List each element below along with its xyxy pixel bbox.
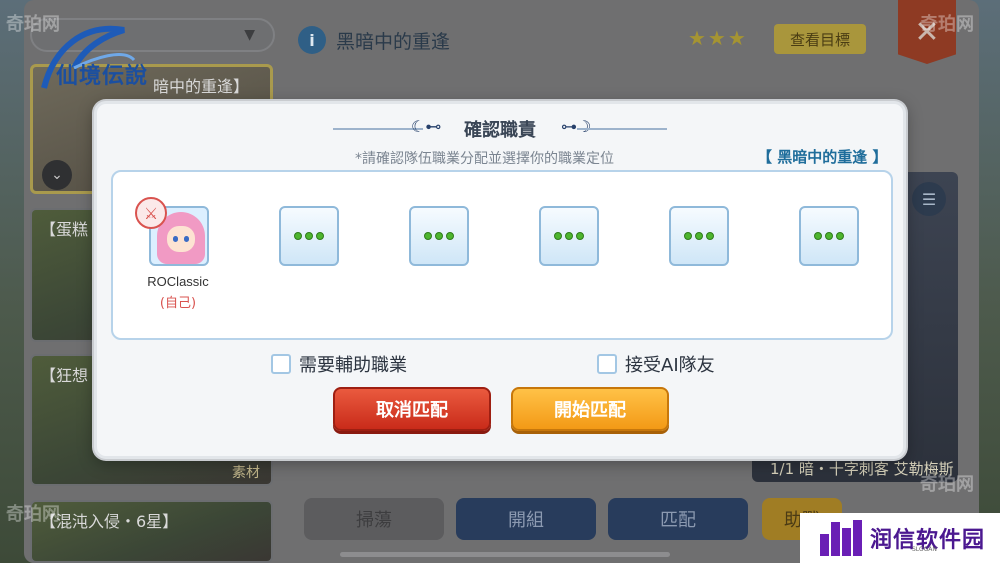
accept-ai-label: 接受AI隊友: [625, 355, 715, 376]
open-team-button[interactable]: 開組: [456, 498, 596, 540]
dungeon-tag: 【 黑暗中的重逢 】: [757, 148, 888, 166]
material-label: 素材: [232, 465, 260, 481]
watermark: 奇珀网: [6, 504, 60, 525]
need-support-option[interactable]: 需要輔助職業: [271, 351, 407, 377]
sword-icon[interactable]: ⚔: [135, 197, 167, 229]
player-self-label: (自己): [159, 296, 197, 311]
need-support-checkbox[interactable]: [271, 354, 291, 374]
sweep-button[interactable]: 掃蕩: [304, 498, 444, 540]
watermark: 奇珀网: [6, 14, 60, 35]
info-icon[interactable]: i: [298, 26, 326, 54]
accept-ai-checkbox[interactable]: [597, 354, 617, 374]
site-badge: 润信软件园: [800, 513, 1000, 563]
start-match-button[interactable]: 開始匹配: [511, 387, 669, 431]
quest-card-title: 暗中的重逢】: [153, 77, 250, 96]
chevron-down-icon: ▼: [244, 27, 255, 43]
player-name: ROClassic: [147, 274, 209, 289]
party-slots: ⚔ ROClassic (自己): [111, 170, 893, 340]
site-logo-icon: [820, 520, 862, 556]
scroll-down-icon[interactable]: ⌄: [42, 160, 72, 190]
site-slogan: SLOGAN: [912, 546, 937, 553]
cancel-match-button[interactable]: 取消匹配: [333, 387, 491, 431]
match-button[interactable]: 匹配: [608, 498, 748, 540]
quest-card-title: 【蛋糕: [40, 220, 89, 239]
menu-list-icon[interactable]: ☰: [912, 182, 946, 216]
title-divider: [577, 128, 667, 130]
need-support-label: 需要輔助職業: [299, 355, 407, 376]
watermark: 奇珀网: [920, 474, 974, 495]
horizontal-scrollbar[interactable]: [340, 552, 670, 557]
empty-party-slot[interactable]: [799, 206, 859, 266]
empty-party-slot[interactable]: [539, 206, 599, 266]
quest-card[interactable]: 【混沌入侵・6星】: [30, 500, 273, 563]
ellipsis-icon: [294, 232, 324, 240]
dialog-subtitle: *請確認隊伍職業分配並選擇你的職業定位: [355, 151, 614, 167]
dialog-title: 確認職責: [464, 120, 536, 141]
empty-party-slot[interactable]: [409, 206, 469, 266]
ellipsis-icon: [424, 232, 454, 240]
quest-card-title: 【混沌入侵・6星】: [40, 512, 179, 531]
star-rating-icon: ★★★: [688, 26, 748, 50]
moon-ornament-icon: ⊶☽: [561, 117, 592, 136]
ellipsis-icon: [554, 232, 584, 240]
logo-text: 仙境伝說: [56, 63, 149, 89]
empty-party-slot[interactable]: [669, 206, 729, 266]
empty-party-slot[interactable]: [279, 206, 339, 266]
dungeon-header: i 黑暗中的重逢 ★★★ 查看目標: [298, 20, 878, 60]
confirm-role-dialog: ☾⊷ 確認職責 ⊶☽ *請確認隊伍職業分配並選擇你的職業定位 【 黑暗中的重逢 …: [94, 101, 906, 459]
view-target-button[interactable]: 查看目標: [774, 24, 866, 54]
ellipsis-icon: [684, 232, 714, 240]
dungeon-title: 黑暗中的重逢: [336, 31, 451, 53]
watermark: 奇珀网: [920, 14, 974, 35]
accept-ai-option[interactable]: 接受AI隊友: [597, 351, 715, 377]
ellipsis-icon: [814, 232, 844, 240]
quest-card-title: 【狂想: [40, 366, 89, 385]
